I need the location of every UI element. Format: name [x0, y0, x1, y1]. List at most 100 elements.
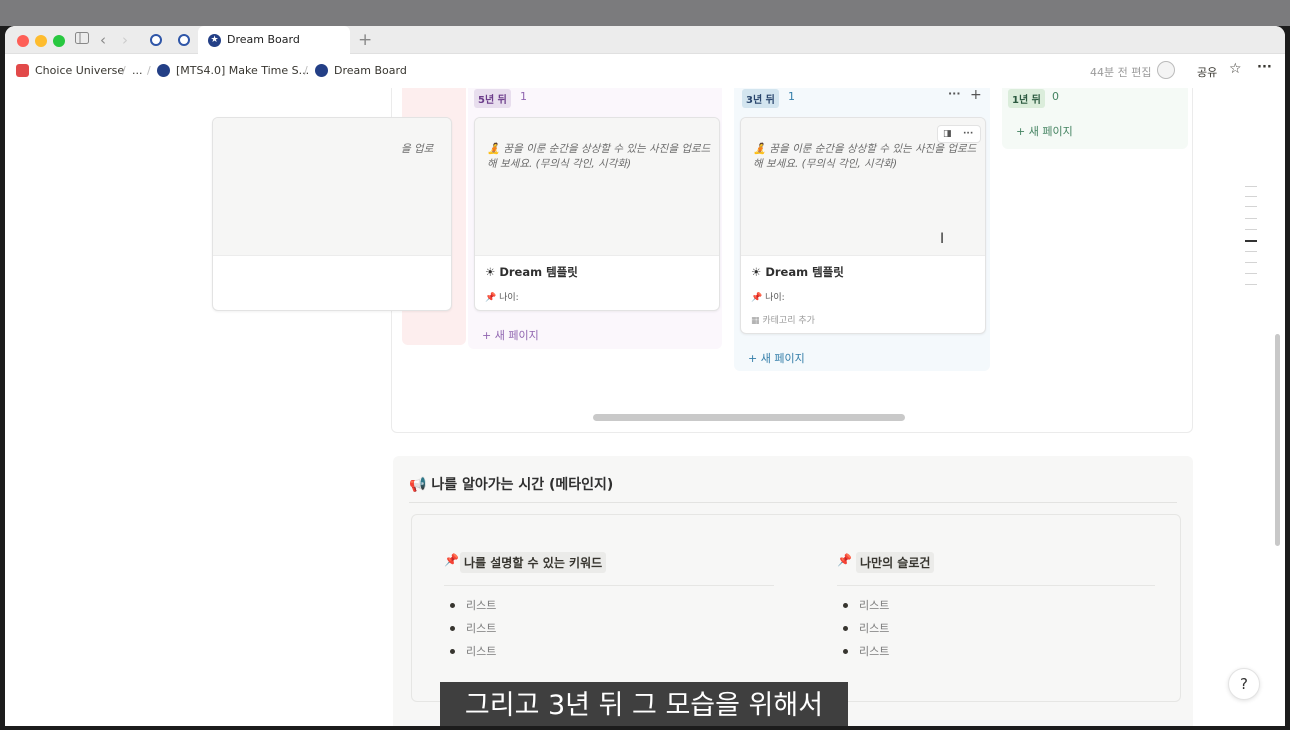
tab-title: Dream Board [227, 33, 300, 46]
breadcrumb-dream-board[interactable]: Dream Board [334, 64, 407, 77]
breadcrumb-separator: / [122, 64, 126, 77]
choice-universe-icon [16, 64, 29, 77]
woman-icon: 🧘 [487, 143, 504, 155]
column-count-5y: 1 [520, 90, 527, 103]
new-page-button-5y[interactable]: + 새 페이지 [482, 327, 539, 343]
toc-marker[interactable] [1245, 284, 1257, 285]
pinned-tab-1[interactable] [150, 34, 162, 46]
star-icon[interactable]: ☆ [1229, 61, 1242, 77]
pin-icon: 📌 [751, 293, 763, 303]
sidebar-toggle-icon[interactable] [75, 32, 89, 49]
megaphone-icon: 📢 [409, 477, 432, 493]
card-hover-toolbar: ◨ ··· [937, 125, 981, 143]
star-icon: ★ [208, 34, 221, 47]
bullet [450, 626, 455, 631]
list-item[interactable]: 리스트 [466, 597, 496, 613]
page-header: Choice Universe / ... / [MTS4.0] Make Ti… [5, 54, 1285, 88]
list-item[interactable]: 리스트 [466, 620, 496, 636]
new-page-button-1y[interactable]: + 새 페이지 [1016, 123, 1073, 139]
toc-marker[interactable] [1245, 206, 1257, 207]
toc-marker[interactable] [1245, 273, 1257, 274]
toc-marker-active[interactable] [1245, 240, 1257, 242]
help-button[interactable]: ? [1228, 668, 1260, 700]
keyword-box: 📌 나를 설명할 수 있는 키워드 리스트 리스트 리스트 📌 나만의 슬로건 … [411, 514, 1181, 702]
card-cover [475, 118, 719, 256]
bullet [450, 603, 455, 608]
column-tag-1y[interactable]: 1년 뒤 [1008, 89, 1045, 108]
sun-icon: ☀ [751, 265, 766, 279]
board-card-3y[interactable]: 🧘 꿈을 이룬 순간을 상상할 수 있는 사진을 업로드해 보세요. (무의식 … [740, 117, 986, 334]
minimize-window-button[interactable] [35, 35, 47, 47]
close-window-button[interactable] [17, 35, 29, 47]
zoom-window-button[interactable] [53, 35, 65, 47]
card-property: 📌 나이: [485, 293, 519, 303]
title-bar: ‹ › ★ Dream Board + [5, 26, 1285, 54]
list-item[interactable]: 리스트 [859, 643, 889, 659]
list-item[interactable]: 리스트 [859, 620, 889, 636]
card-title: ☀ Dream 템플릿 [485, 265, 578, 279]
toc-marker[interactable] [1245, 196, 1257, 197]
avatar[interactable] [1157, 61, 1175, 79]
divider [409, 502, 1177, 503]
pin-icon: 📌 [485, 293, 497, 303]
divider [837, 585, 1155, 586]
card-more-icon[interactable]: ··· [963, 126, 973, 142]
bullet [843, 603, 848, 608]
bullet [450, 649, 455, 654]
video-subtitle: 그리고 3년 뒤 그 모습을 위해서 [440, 682, 848, 726]
dream-board-icon [315, 64, 328, 77]
forward-icon[interactable]: › [122, 32, 128, 48]
mts-icon [157, 64, 170, 77]
keywords-title: 나를 설명할 수 있는 키워드 [460, 552, 607, 573]
bullet [843, 626, 848, 631]
pin-icon: 📌 [444, 553, 459, 567]
section-title: 📢 나를 알아가는 시간 (메타인지) [409, 477, 614, 493]
more-icon[interactable]: ··· [1257, 60, 1272, 75]
last-edited: 44분 전 편집 [1090, 66, 1152, 79]
toc-marker[interactable] [1245, 186, 1257, 187]
back-icon[interactable]: ‹ [100, 32, 106, 48]
pin-icon: 📌 [837, 553, 852, 567]
card-property: 📌 나이: [751, 293, 785, 303]
share-button[interactable]: 공유 [1197, 64, 1217, 80]
column-more-icon[interactable]: ··· [948, 88, 961, 100]
page-vertical-scrollbar[interactable] [1275, 334, 1280, 546]
column-add-icon[interactable]: + [970, 88, 982, 103]
card-hint: 🧘 꿈을 이룬 순간을 상상할 수 있는 사진을 업로드해 보세요. (무의식 … [753, 143, 977, 170]
sun-icon: ☀ [485, 265, 500, 279]
column-count-3y: 1 [788, 90, 795, 103]
pinned-tab-2[interactable] [178, 34, 190, 46]
list-item[interactable]: 리스트 [859, 597, 889, 613]
toc-marker[interactable] [1245, 218, 1257, 219]
toc-marker[interactable] [1245, 251, 1257, 252]
tab-dream-board[interactable]: ★ Dream Board [198, 26, 350, 54]
bullet [843, 649, 848, 654]
card-cover [213, 118, 451, 256]
open-side-peek-icon[interactable]: ◨ [943, 126, 952, 142]
board-view: 을 업로 5년 뒤 1 🧘 꿈을 이룬 순간을 상상할 수 있는 사진을 업로드… [212, 88, 1193, 433]
breadcrumb-choice-universe[interactable]: Choice Universe [35, 64, 124, 77]
column-tag-3y[interactable]: 3년 뒤 [742, 89, 779, 108]
card-hint: 을 업로 [401, 143, 434, 155]
breadcrumb-ellipsis[interactable]: ... [132, 64, 143, 77]
card-title[interactable]: ☀ Dream 템플릿 [751, 264, 844, 280]
toc-marker[interactable] [1245, 229, 1257, 230]
board-horizontal-scrollbar[interactable] [593, 414, 905, 421]
new-tab-button[interactable]: + [358, 30, 372, 50]
plus-icon: + [482, 329, 495, 342]
toc-marker[interactable] [1245, 262, 1257, 263]
column-tag-5y[interactable]: 5년 뒤 [474, 89, 511, 108]
board-card-partial[interactable]: 을 업로 [212, 117, 452, 311]
plus-icon: + [748, 352, 761, 365]
new-page-button-3y[interactable]: + 새 페이지 [748, 350, 805, 366]
breadcrumb-separator: / [147, 64, 151, 77]
list-item[interactable]: 리스트 [466, 643, 496, 659]
plus-icon: + [1016, 125, 1029, 138]
help-icon: ? [1240, 675, 1248, 693]
board-card-5y[interactable]: 🧘 꿈을 이룬 순간을 상상할 수 있는 사진을 업로드해 보세요. (무의식 … [474, 117, 720, 311]
breadcrumb-mts[interactable]: [MTS4.0] Make Time S... [176, 64, 309, 77]
card-hint: 🧘 꿈을 이룬 순간을 상상할 수 있는 사진을 업로드해 보세요. (무의식 … [487, 143, 711, 170]
card-category[interactable]: ▦ 카테고리 추가 [751, 313, 815, 326]
browser-window: ‹ › ★ Dream Board + Choice Universe / ..… [5, 26, 1285, 726]
column-count-1y: 0 [1052, 90, 1059, 103]
